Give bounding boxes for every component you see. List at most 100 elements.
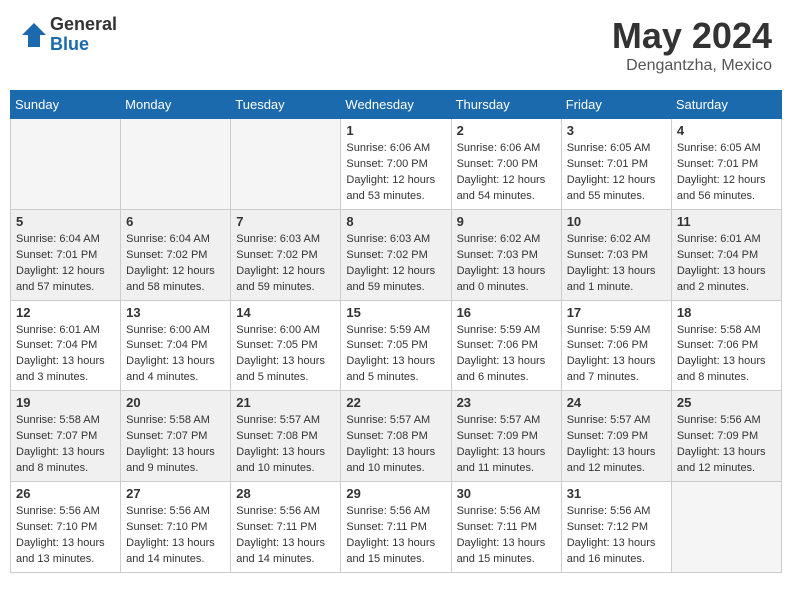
- calendar-cell: 16Sunrise: 5:59 AM Sunset: 7:06 PM Dayli…: [451, 300, 561, 391]
- weekday-header-friday: Friday: [561, 91, 671, 119]
- weekday-header-saturday: Saturday: [671, 91, 781, 119]
- day-number: 5: [16, 214, 115, 229]
- weekday-header-tuesday: Tuesday: [231, 91, 341, 119]
- calendar-cell: 29Sunrise: 5:56 AM Sunset: 7:11 PM Dayli…: [341, 482, 451, 573]
- logo-blue: Blue: [50, 35, 117, 55]
- logo-text: General Blue: [50, 15, 117, 55]
- day-info: Sunrise: 6:03 AM Sunset: 7:02 PM Dayligh…: [236, 232, 335, 296]
- calendar-cell: 30 Sunrise: 5:56 AM Sunset: 7:11 PM Dayli…: [451, 482, 561, 573]
- calendar-cell: [121, 119, 231, 210]
- weekday-header-wednesday: Wednesday: [341, 91, 451, 119]
- day-info: Sunrise: 5:59 AM Sunset: 7:05 PM Dayligh…: [346, 323, 445, 387]
- calendar-week-row: 26 Sunrise: 5:56 AM Sunset: 7:10 PM Dayli…: [11, 482, 782, 573]
- calendar-cell: 4 Sunrise: 6:05 AM Sunset: 7:01 PM Daylig…: [671, 119, 781, 210]
- day-number: 18: [677, 305, 776, 320]
- calendar-cell: 19 Sunrise: 5:58 AM Sunset: 7:07 PM Dayli…: [11, 391, 121, 482]
- day-number: 24: [567, 395, 666, 410]
- day-number: 7: [236, 214, 335, 229]
- calendar-cell: 10 Sunrise: 6:02 AM Sunset: 7:03 PM Dayli…: [561, 209, 671, 300]
- calendar-cell: 13 Sunrise: 6:00 AM Sunset: 7:04 PM Dayli…: [121, 300, 231, 391]
- calendar-cell: 20Sunrise: 5:58 AM Sunset: 7:07 PM Dayli…: [121, 391, 231, 482]
- day-number: 12: [16, 305, 115, 320]
- weekday-header-sunday: Sunday: [11, 91, 121, 119]
- calendar-cell: 11 Sunrise: 6:01 AM Sunset: 7:04 PM Dayli…: [671, 209, 781, 300]
- day-info: Sunrise: 5:58 AM Sunset: 7:07 PM Dayligh…: [126, 413, 225, 477]
- location: Dengantzha, Mexico: [612, 57, 772, 75]
- day-number: 6: [126, 214, 225, 229]
- calendar-cell: 1 Sunrise: 6:06 AM Sunset: 7:00 PM Daylig…: [341, 119, 451, 210]
- calendar-cell: [231, 119, 341, 210]
- calendar-week-row: 12 Sunrise: 6:01 AM Sunset: 7:04 PM Dayli…: [11, 300, 782, 391]
- calendar-cell: 25Sunrise: 5:56 AM Sunset: 7:09 PM Dayli…: [671, 391, 781, 482]
- calendar-cell: 2Sunrise: 6:06 AM Sunset: 7:00 PM Daylig…: [451, 119, 561, 210]
- weekday-header-row: SundayMondayTuesdayWednesdayThursdayFrid…: [11, 91, 782, 119]
- day-number: 28: [236, 486, 335, 501]
- calendar-cell: 28 Sunrise: 5:56 AM Sunset: 7:11 PM Dayli…: [231, 482, 341, 573]
- calendar-cell: 3Sunrise: 6:05 AM Sunset: 7:01 PM Daylig…: [561, 119, 671, 210]
- calendar-cell: 15Sunrise: 5:59 AM Sunset: 7:05 PM Dayli…: [341, 300, 451, 391]
- day-info: Sunrise: 5:58 AM Sunset: 7:06 PM Dayligh…: [677, 323, 776, 387]
- logo-icon: [20, 21, 48, 49]
- day-number: 11: [677, 214, 776, 229]
- calendar-cell: 8 Sunrise: 6:03 AM Sunset: 7:02 PM Daylig…: [341, 209, 451, 300]
- day-number: 17: [567, 305, 666, 320]
- day-number: 10: [567, 214, 666, 229]
- day-info: Sunrise: 5:56 AM Sunset: 7:09 PM Dayligh…: [677, 413, 776, 477]
- logo: General Blue: [20, 15, 117, 55]
- day-info: Sunrise: 5:56 AM Sunset: 7:12 PM Dayligh…: [567, 504, 666, 568]
- day-info: Sunrise: 5:57 AM Sunset: 7:09 PM Dayligh…: [567, 413, 666, 477]
- day-info: Sunrise: 6:03 AM Sunset: 7:02 PM Dayligh…: [346, 232, 445, 296]
- calendar-cell: [11, 119, 121, 210]
- day-number: 29: [346, 486, 445, 501]
- calendar-cell: 9Sunrise: 6:02 AM Sunset: 7:03 PM Daylig…: [451, 209, 561, 300]
- calendar-cell: 12 Sunrise: 6:01 AM Sunset: 7:04 PM Dayli…: [11, 300, 121, 391]
- calendar-cell: 31 Sunrise: 5:56 AM Sunset: 7:12 PM Dayli…: [561, 482, 671, 573]
- day-number: 4: [677, 123, 776, 138]
- day-info: Sunrise: 6:02 AM Sunset: 7:03 PM Dayligh…: [567, 232, 666, 296]
- calendar-cell: 21Sunrise: 5:57 AM Sunset: 7:08 PM Dayli…: [231, 391, 341, 482]
- day-info: Sunrise: 6:01 AM Sunset: 7:04 PM Dayligh…: [16, 323, 115, 387]
- day-info: Sunrise: 6:02 AM Sunset: 7:03 PM Dayligh…: [457, 232, 556, 296]
- day-number: 31: [567, 486, 666, 501]
- day-info: Sunrise: 5:56 AM Sunset: 7:11 PM Dayligh…: [457, 504, 556, 568]
- calendar-cell: 22 Sunrise: 5:57 AM Sunset: 7:08 PM Dayli…: [341, 391, 451, 482]
- calendar-cell: 26 Sunrise: 5:56 AM Sunset: 7:10 PM Dayli…: [11, 482, 121, 573]
- title-area: May 2024 Dengantzha, Mexico: [612, 15, 772, 75]
- logo-general: General: [50, 15, 117, 35]
- day-number: 16: [457, 305, 556, 320]
- day-info: Sunrise: 6:06 AM Sunset: 7:00 PM Dayligh…: [346, 141, 445, 205]
- day-number: 1: [346, 123, 445, 138]
- day-info: Sunrise: 6:01 AM Sunset: 7:04 PM Dayligh…: [677, 232, 776, 296]
- calendar-cell: 27 Sunrise: 5:56 AM Sunset: 7:10 PM Dayli…: [121, 482, 231, 573]
- calendar-cell: 7 Sunrise: 6:03 AM Sunset: 7:02 PM Daylig…: [231, 209, 341, 300]
- day-number: 8: [346, 214, 445, 229]
- day-info: Sunrise: 5:56 AM Sunset: 7:11 PM Dayligh…: [236, 504, 335, 568]
- day-number: 3: [567, 123, 666, 138]
- calendar-cell: 18 Sunrise: 5:58 AM Sunset: 7:06 PM Dayli…: [671, 300, 781, 391]
- day-info: Sunrise: 6:04 AM Sunset: 7:01 PM Dayligh…: [16, 232, 115, 296]
- calendar-cell: 5 Sunrise: 6:04 AM Sunset: 7:01 PM Daylig…: [11, 209, 121, 300]
- day-info: Sunrise: 6:00 AM Sunset: 7:04 PM Dayligh…: [126, 323, 225, 387]
- calendar-cell: 17Sunrise: 5:59 AM Sunset: 7:06 PM Dayli…: [561, 300, 671, 391]
- day-number: 14: [236, 305, 335, 320]
- calendar-week-row: 1 Sunrise: 6:06 AM Sunset: 7:00 PM Daylig…: [11, 119, 782, 210]
- day-number: 27: [126, 486, 225, 501]
- day-info: Sunrise: 6:06 AM Sunset: 7:00 PM Dayligh…: [457, 141, 556, 205]
- day-number: 26: [16, 486, 115, 501]
- day-number: 30: [457, 486, 556, 501]
- day-number: 13: [126, 305, 225, 320]
- page-header: General Blue May 2024 Dengantzha, Mexico: [10, 10, 782, 80]
- day-info: Sunrise: 6:00 AM Sunset: 7:05 PM Dayligh…: [236, 323, 335, 387]
- day-info: Sunrise: 5:57 AM Sunset: 7:08 PM Dayligh…: [346, 413, 445, 477]
- day-info: Sunrise: 5:58 AM Sunset: 7:07 PM Dayligh…: [16, 413, 115, 477]
- weekday-header-monday: Monday: [121, 91, 231, 119]
- calendar-cell: 6Sunrise: 6:04 AM Sunset: 7:02 PM Daylig…: [121, 209, 231, 300]
- day-number: 22: [346, 395, 445, 410]
- day-info: Sunrise: 5:56 AM Sunset: 7:10 PM Dayligh…: [126, 504, 225, 568]
- day-info: Sunrise: 6:05 AM Sunset: 7:01 PM Dayligh…: [677, 141, 776, 205]
- calendar-cell: 14 Sunrise: 6:00 AM Sunset: 7:05 PM Dayli…: [231, 300, 341, 391]
- day-info: Sunrise: 5:56 AM Sunset: 7:10 PM Dayligh…: [16, 504, 115, 568]
- day-info: Sunrise: 5:57 AM Sunset: 7:09 PM Dayligh…: [457, 413, 556, 477]
- day-number: 19: [16, 395, 115, 410]
- calendar-week-row: 5 Sunrise: 6:04 AM Sunset: 7:01 PM Daylig…: [11, 209, 782, 300]
